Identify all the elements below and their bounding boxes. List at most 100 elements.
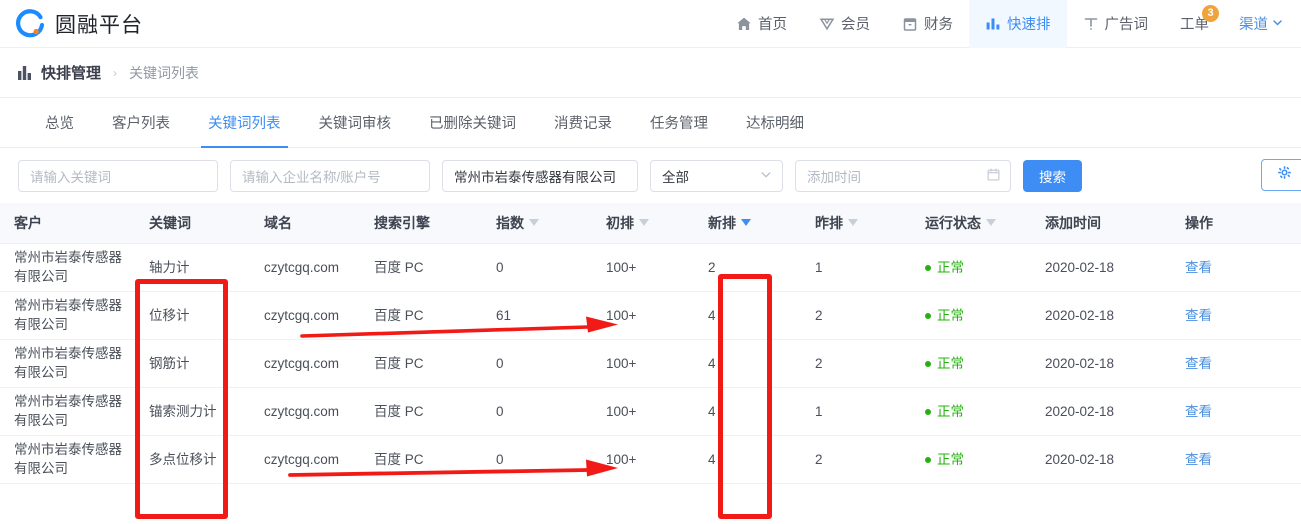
nav-item-adwords[interactable]: 广告词 xyxy=(1067,0,1165,48)
status-badge: 正常 xyxy=(925,258,964,277)
cell-run-status: 正常 xyxy=(911,387,1031,436)
tab-label: 总览 xyxy=(45,116,74,132)
col-new-rank[interactable]: 新排 xyxy=(694,203,801,244)
keyword-input-text: 请输入关键词 xyxy=(30,169,111,185)
cell-engine: 百度 PC xyxy=(360,291,482,340)
cell-run-status: 正常 xyxy=(911,243,1031,292)
cell-yesterday-rank: 2 xyxy=(801,435,911,484)
cell-added-time: 2020-02-18 xyxy=(1031,435,1171,484)
cell-engine: 百度 PC xyxy=(360,435,482,484)
nav-item-tickets[interactable]: 工单 3 xyxy=(1164,0,1225,48)
tab-label: 关键词审核 xyxy=(318,116,392,132)
search-button[interactable]: 搜索 xyxy=(1023,159,1082,192)
col-label: 操作 xyxy=(1185,214,1213,231)
status-dot-icon xyxy=(925,456,931,463)
tab-overview[interactable]: 总览 xyxy=(26,98,93,147)
tab-customer-list[interactable]: 客户列表 xyxy=(93,98,189,147)
sort-icon[interactable] xyxy=(639,214,649,230)
cell-first-rank: 100+ xyxy=(592,435,694,484)
status-label: 正常 xyxy=(937,260,964,276)
nav-item-finance[interactable]: 财务 xyxy=(886,0,969,48)
nav-item-member[interactable]: 会员 xyxy=(803,0,886,48)
tab-task-management[interactable]: 任务管理 xyxy=(631,98,727,147)
status-badge: 正常 xyxy=(925,354,964,373)
cell-yesterday-rank: 2 xyxy=(801,339,911,388)
cell-new-rank: 4 xyxy=(694,435,801,484)
account-search-input[interactable]: 请输入企业名称/账户号 xyxy=(230,159,430,192)
channel-dropdown[interactable]: 渠道 xyxy=(1225,0,1301,48)
nav-item-home[interactable]: 首页 xyxy=(720,0,803,48)
company-input-value: 常州市岩泰传感器有限公司 xyxy=(454,169,616,185)
breadcrumb-separator: › xyxy=(113,65,118,80)
nav-item-quickrank[interactable]: 快速排 xyxy=(969,0,1067,48)
status-dot-icon xyxy=(925,312,931,319)
col-action: 操作 xyxy=(1171,203,1301,244)
view-link[interactable]: 查看 xyxy=(1185,404,1212,419)
col-label: 搜索引擎 xyxy=(374,214,430,231)
tab-deleted-keywords[interactable]: 已删除关键词 xyxy=(410,98,535,147)
account-input-text: 请输入企业名称/账户号 xyxy=(242,169,381,185)
col-label: 新排 xyxy=(708,214,736,231)
keyword-table-wrapper: 客户 关键词 域名 搜索引擎 指数 初排 新排 昨排 运行状态 添加时间 操作 … xyxy=(0,203,1301,484)
tab-keyword-audit[interactable]: 关键词审核 xyxy=(300,98,411,147)
breadcrumb: 快排管理 › 关键词列表 xyxy=(0,48,1301,98)
column-settings-button[interactable] xyxy=(1261,159,1301,191)
sort-icon[interactable] xyxy=(529,214,539,230)
view-link[interactable]: 查看 xyxy=(1185,260,1212,275)
cell-domain: czytcgq.com xyxy=(250,387,360,436)
col-label: 昨排 xyxy=(815,214,843,231)
nav-label-quickrank: 快速排 xyxy=(1007,17,1051,33)
table-row[interactable]: 常州市岩泰传感器有限公司 钢筋计 czytcgq.com 百度 PC 0 100… xyxy=(0,339,1301,388)
col-index[interactable]: 指数 xyxy=(482,203,592,244)
brand[interactable]: 圆融平台 xyxy=(0,8,143,39)
tab-label: 已删除关键词 xyxy=(429,116,516,132)
cell-run-status: 正常 xyxy=(911,291,1031,340)
cell-yesterday-rank: 1 xyxy=(801,387,911,436)
cell-engine: 百度 PC xyxy=(360,339,482,388)
cell-first-rank: 100+ xyxy=(592,243,694,292)
scope-select[interactable]: 全部 xyxy=(650,159,783,192)
cell-customer: 常州市岩泰传感器有限公司 xyxy=(0,243,135,292)
table-row[interactable]: 常州市岩泰传感器有限公司 位移计 czytcgq.com 百度 PC 61 10… xyxy=(0,291,1301,340)
tab-keyword-list[interactable]: 关键词列表 xyxy=(189,98,300,148)
main-nav: 首页 会员 财务 快速排 广告词 工单 3 渠道 xyxy=(720,0,1301,48)
tab-consumption-records[interactable]: 消费记录 xyxy=(535,98,631,147)
view-link[interactable]: 查看 xyxy=(1185,356,1212,371)
cell-index: 0 xyxy=(482,243,592,292)
top-header: 圆融平台 首页 会员 财务 快速排 广告词 工单 3 渠道 xyxy=(0,0,1301,48)
view-link[interactable]: 查看 xyxy=(1185,452,1212,467)
table-header-row: 客户 关键词 域名 搜索引擎 指数 初排 新排 昨排 运行状态 添加时间 操作 xyxy=(0,203,1301,244)
filter-bar: 请输入关键词 请输入企业名称/账户号 常州市岩泰传感器有限公司 全部 添加时间 … xyxy=(0,148,1301,203)
company-filter-input[interactable]: 常州市岩泰传感器有限公司 xyxy=(442,159,638,192)
table-row[interactable]: 常州市岩泰传感器有限公司 多点位移计 czytcgq.com 百度 PC 0 1… xyxy=(0,435,1301,484)
sort-icon[interactable] xyxy=(986,214,996,230)
col-added-time: 添加时间 xyxy=(1031,203,1171,244)
table-row[interactable]: 常州市岩泰传感器有限公司 轴力计 czytcgq.com 百度 PC 0 100… xyxy=(0,243,1301,292)
col-run-status[interactable]: 运行状态 xyxy=(911,203,1031,244)
chevron-down-icon xyxy=(760,168,772,183)
table-row[interactable]: 常州市岩泰传感器有限公司 锚索测力计 czytcgq.com 百度 PC 0 1… xyxy=(0,387,1301,436)
cell-index: 61 xyxy=(482,291,592,340)
col-yesterday-rank[interactable]: 昨排 xyxy=(801,203,911,244)
status-badge: 正常 xyxy=(925,402,964,421)
cell-customer: 常州市岩泰传感器有限公司 xyxy=(0,339,135,388)
sort-icon-active[interactable] xyxy=(741,214,751,230)
text-t-icon xyxy=(1083,16,1099,32)
tab-target-details[interactable]: 达标明细 xyxy=(727,98,823,147)
cell-domain: czytcgq.com xyxy=(250,339,360,388)
view-link[interactable]: 查看 xyxy=(1185,308,1212,323)
brand-name: 圆融平台 xyxy=(55,13,143,37)
cell-keyword: 钢筋计 xyxy=(135,339,250,388)
cell-domain: czytcgq.com xyxy=(250,291,360,340)
cell-action: 查看 xyxy=(1171,243,1301,292)
keyword-search-input[interactable]: 请输入关键词 xyxy=(18,159,218,192)
channel-label: 渠道 xyxy=(1239,17,1268,33)
cell-new-rank: 4 xyxy=(694,387,801,436)
date-range-input[interactable]: 添加时间 xyxy=(795,159,1011,192)
date-input-text: 添加时间 xyxy=(807,169,861,185)
cell-index: 0 xyxy=(482,339,592,388)
cell-yesterday-rank: 1 xyxy=(801,243,911,292)
col-first-rank[interactable]: 初排 xyxy=(592,203,694,244)
sort-icon[interactable] xyxy=(848,214,858,230)
cell-run-status: 正常 xyxy=(911,435,1031,484)
